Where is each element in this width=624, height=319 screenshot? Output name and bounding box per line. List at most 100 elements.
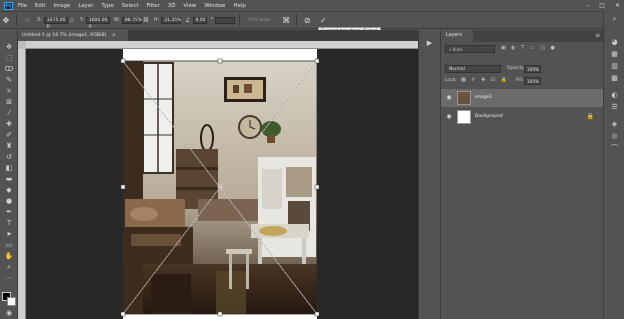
- fill-field[interactable]: 100%: [524, 77, 541, 85]
- photoshop-logo: Ps: [4, 1, 13, 10]
- layer-row-background[interactable]: ◉ Background 🔒: [441, 108, 604, 126]
- move-tool-icon[interactable]: ✥: [3, 42, 15, 52]
- layer-name: Background: [475, 114, 503, 119]
- layers-panel-icon[interactable]: ◈: [609, 119, 620, 129]
- swatches-panel-icon[interactable]: ▦: [609, 49, 620, 59]
- type-tool-icon[interactable]: T: [3, 218, 15, 228]
- layer-filter-kind[interactable]: ⌕ Kind: [445, 45, 495, 53]
- quick-mask-icon[interactable]: ◉: [3, 308, 15, 318]
- link-icon[interactable]: ⛓: [142, 14, 150, 26]
- width-field[interactable]: 88.75%: [121, 16, 142, 24]
- layer-row-image1[interactable]: ◉ image1: [441, 89, 604, 107]
- menu-help[interactable]: Help: [233, 3, 245, 9]
- adjustments-panel-icon[interactable]: ◐: [609, 90, 620, 100]
- history-brush-icon[interactable]: ↺: [3, 152, 15, 162]
- panel-menu-icon[interactable]: ≡: [595, 30, 600, 42]
- commit-transform-icon[interactable]: ✓: [317, 14, 329, 26]
- cancel-transform-icon[interactable]: ⊘: [301, 14, 313, 26]
- close-tab-icon[interactable]: ×: [112, 33, 116, 38]
- search-icon[interactable]: ⌕: [609, 14, 620, 24]
- document-tab-bar: Untitled-1 @ 16.7% (image1, RGB/8) ×: [18, 30, 418, 41]
- hand-tool-icon[interactable]: ✋: [3, 251, 15, 261]
- minimize-button[interactable]: –: [586, 2, 589, 9]
- anti-alias-label[interactable]: Anti-alias: [248, 18, 270, 23]
- menu-edit[interactable]: Edit: [35, 3, 45, 9]
- horizontal-ruler[interactable]: [26, 41, 418, 49]
- eraser-tool-icon[interactable]: ◧: [3, 163, 15, 173]
- x-position-field[interactable]: 3275.00 p: [43, 16, 68, 29]
- clone-stamp-icon[interactable]: ♜: [3, 141, 15, 151]
- marquee-tool-icon[interactable]: ⬚: [3, 53, 15, 63]
- healing-brush-icon[interactable]: ✚: [3, 119, 15, 129]
- menu-window[interactable]: Window: [204, 3, 225, 9]
- options-bar: ✥ ⁙ X: 3275.00 p △ Y: 1600.00 p W: 88.75…: [0, 11, 624, 29]
- lock-icons[interactable]: ▩ ✐ ✥ ⊡ 🔒: [461, 77, 509, 83]
- quick-select-tool-icon[interactable]: ✎: [3, 75, 15, 85]
- brush-tool-icon[interactable]: ✐: [3, 130, 15, 140]
- close-button[interactable]: ✕: [615, 2, 620, 9]
- menu-image[interactable]: Image: [53, 3, 70, 9]
- vertical-ruler[interactable]: [18, 49, 26, 319]
- y-label: Y:: [79, 17, 84, 23]
- pen-tool-icon[interactable]: ✒: [3, 207, 15, 217]
- path-select-icon[interactable]: ➤: [3, 229, 15, 239]
- angle-icon: ∠: [185, 16, 191, 24]
- y-position-field[interactable]: 1600.00 p: [85, 16, 110, 29]
- frame-tool-icon[interactable]: ⊠: [3, 97, 15, 107]
- color-panel-icon[interactable]: ◕: [609, 37, 620, 47]
- reference-point-icon[interactable]: ⁙: [21, 14, 33, 26]
- height-field[interactable]: 31.35%: [161, 16, 181, 24]
- w-label: W:: [113, 17, 120, 23]
- canvas-area[interactable]: [26, 49, 418, 319]
- angle-field[interactable]: 0.00: [192, 16, 207, 24]
- layer-name: image1: [475, 95, 493, 100]
- gradients-panel-icon[interactable]: ▥: [609, 61, 620, 71]
- channels-panel-icon[interactable]: ◎: [609, 131, 620, 141]
- x-label: X:: [37, 17, 42, 23]
- warp-icon[interactable]: ⌘: [280, 14, 292, 26]
- gradient-tool-icon[interactable]: ▬: [3, 174, 15, 184]
- menu-3d[interactable]: 3D: [168, 3, 176, 9]
- layer-thumbnail: [457, 110, 471, 124]
- shape-tool-icon[interactable]: ▭: [3, 240, 15, 250]
- menu-bar: Ps File Edit Image Layer Type Select Fil…: [0, 0, 624, 11]
- visibility-eye-icon[interactable]: ◉: [445, 94, 453, 102]
- filter-icons[interactable]: ▣ ◐ T ▭ ◫ ●: [501, 45, 557, 51]
- layers-panel: Layers ≡ ⌕ Kind ▣ ◐ T ▭ ◫ ● Normal Opaci…: [440, 30, 604, 319]
- paths-panel-icon[interactable]: ⌒: [609, 143, 620, 153]
- move-tool-icon: ✥: [2, 15, 10, 25]
- document-title: Untitled-1 @ 16.7% (image1, RGB/8): [22, 33, 107, 38]
- visibility-eye-icon[interactable]: ◉: [445, 113, 453, 121]
- background-color-swatch[interactable]: [7, 297, 16, 306]
- ruler-origin[interactable]: [18, 41, 26, 49]
- document-tab[interactable]: Untitled-1 @ 16.7% (image1, RGB/8) ×: [18, 30, 128, 41]
- libraries-panel-icon[interactable]: ☰: [609, 102, 620, 112]
- menu-select[interactable]: Select: [122, 3, 139, 9]
- menu-view[interactable]: View: [183, 3, 196, 9]
- lasso-tool-icon[interactable]: ↀ: [3, 64, 15, 74]
- tools-panel: ✥ ⬚ ↀ ✎ ⌗ ⊠ ⁄ ✚ ✐ ♜ ↺ ◧ ▬ ◆ ● ✒ T ➤ ▭ ✋ …: [0, 30, 18, 319]
- opacity-field[interactable]: 100%: [524, 65, 541, 73]
- layers-tab-bar: Layers ≡: [441, 30, 604, 42]
- history-panel-icon[interactable]: ▶: [424, 38, 435, 48]
- more-tools-icon[interactable]: ⋯: [3, 273, 15, 283]
- kind-label: Kind: [452, 47, 462, 52]
- lock-label: Lock:: [445, 78, 457, 83]
- patterns-panel-icon[interactable]: ▩: [609, 73, 620, 83]
- menu-file[interactable]: File: [18, 3, 27, 9]
- zoom-tool-icon[interactable]: ⌕: [3, 262, 15, 272]
- lock-icon: 🔒: [586, 113, 594, 120]
- relative-position-icon[interactable]: △: [68, 14, 76, 26]
- blur-tool-icon[interactable]: ◆: [3, 185, 15, 195]
- menu-layer[interactable]: Layer: [78, 3, 93, 9]
- skew-field[interactable]: [214, 16, 235, 24]
- tab-layers[interactable]: Layers: [441, 30, 473, 42]
- crop-tool-icon[interactable]: ⌗: [3, 86, 15, 96]
- h-label: H:: [153, 17, 160, 23]
- maximize-button[interactable]: □: [599, 2, 605, 9]
- blend-mode-select[interactable]: Normal: [445, 65, 501, 73]
- menu-type[interactable]: Type: [101, 3, 113, 9]
- menu-filter[interactable]: Filter: [146, 3, 159, 9]
- dodge-tool-icon[interactable]: ●: [3, 196, 15, 206]
- eyedropper-tool-icon[interactable]: ⁄: [3, 108, 15, 118]
